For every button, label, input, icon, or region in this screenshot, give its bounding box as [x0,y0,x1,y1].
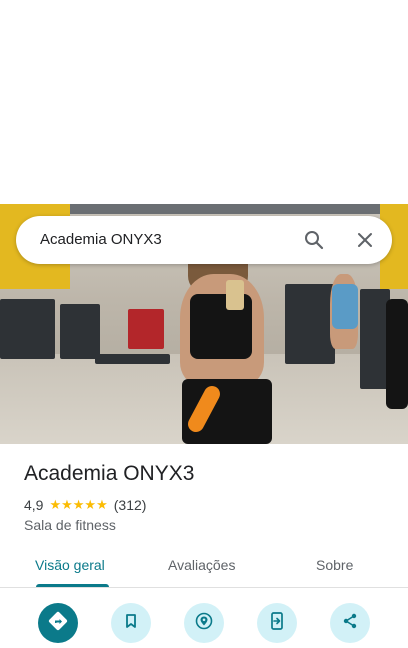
tab-about[interactable]: Sobre [316,557,353,573]
tab-reviews[interactable]: Avaliações [168,557,235,573]
place-tabs: Visão geral Avaliações Sobre [0,548,408,588]
nearby-icon [194,611,214,636]
active-tab-indicator [36,584,109,587]
share-button[interactable] [330,603,370,643]
search-query-text[interactable]: Academia ONYX3 [40,231,162,248]
place-category[interactable]: Sala de fitness [24,517,116,533]
photo-machine-red [128,309,164,349]
directions-button[interactable] [38,603,78,643]
photo-shirt-blue [332,284,358,329]
send-to-phone-button[interactable] [257,603,297,643]
directions-icon [48,611,68,636]
search-icon[interactable] [302,228,326,252]
photo-rack [285,284,335,364]
close-icon[interactable] [353,228,377,252]
map-area-blank [0,0,408,204]
photo-phone [226,280,244,310]
search-bar[interactable]: Academia ONYX3 [16,216,392,264]
rating-stars-icon: ★★★★★ [49,497,108,512]
rating-row[interactable]: 4,9 ★★★★★ (312) [24,497,146,513]
photo-person-edge [386,299,408,409]
place-name: Academia ONYX3 [24,462,195,485]
send-to-phone-icon [268,611,286,636]
photo-treadmill [0,299,55,359]
photo-bench [95,354,170,364]
save-button[interactable] [111,603,151,643]
tab-overview[interactable]: Visão geral [35,557,105,573]
bookmark-icon [122,612,140,635]
nearby-button[interactable] [184,603,224,643]
share-icon [341,612,359,635]
review-count[interactable]: (312) [114,497,147,513]
photo-treadmill-2 [60,304,100,359]
action-bar [0,588,408,648]
rating-value: 4,9 [24,497,44,513]
